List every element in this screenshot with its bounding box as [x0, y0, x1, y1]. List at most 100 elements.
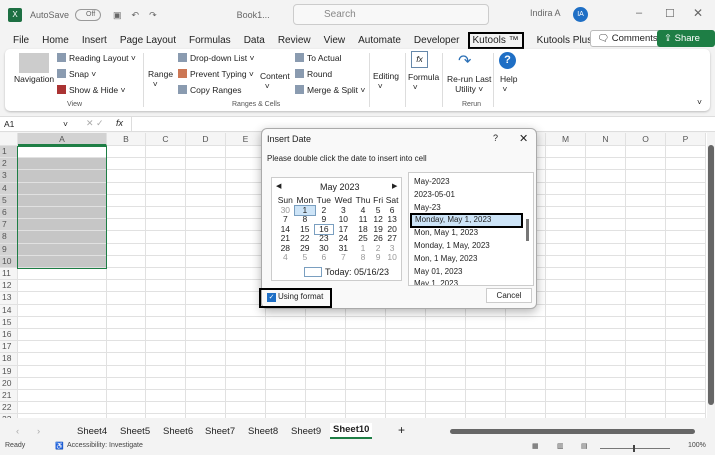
- cell[interactable]: [626, 390, 666, 403]
- column-header[interactable]: O: [626, 133, 666, 146]
- cell[interactable]: [546, 170, 586, 183]
- next-month-icon[interactable]: ▶: [392, 182, 397, 190]
- row-header[interactable]: 8: [0, 231, 18, 244]
- zoom-level[interactable]: 100%: [688, 442, 706, 449]
- cell[interactable]: [107, 268, 146, 281]
- format-option[interactable]: Monday, 1 May, 2023: [414, 241, 490, 250]
- cell[interactable]: [546, 255, 586, 268]
- row-header[interactable]: 2: [0, 158, 18, 171]
- cell[interactable]: [226, 158, 266, 171]
- cell[interactable]: [626, 292, 666, 305]
- cell[interactable]: [146, 219, 186, 232]
- cell[interactable]: [107, 304, 146, 317]
- cell[interactable]: [107, 341, 146, 354]
- cell[interactable]: [506, 353, 546, 366]
- cell[interactable]: [426, 329, 466, 342]
- zoom-slider[interactable]: [600, 445, 670, 452]
- cell[interactable]: [626, 304, 666, 317]
- cell[interactable]: [146, 231, 186, 244]
- cell[interactable]: [186, 219, 226, 232]
- share-button[interactable]: ⇪ Share ˅: [657, 30, 715, 59]
- cell[interactable]: [306, 414, 346, 418]
- cell[interactable]: [546, 329, 586, 342]
- cell[interactable]: [226, 353, 266, 366]
- cell[interactable]: [386, 341, 426, 354]
- cell[interactable]: [386, 365, 426, 378]
- calendar-day[interactable]: 7: [333, 252, 354, 263]
- cell[interactable]: [586, 158, 626, 171]
- cell[interactable]: [386, 377, 426, 390]
- cell[interactable]: [18, 390, 107, 403]
- cell[interactable]: [626, 219, 666, 232]
- row-header[interactable]: 1: [0, 146, 18, 159]
- cell[interactable]: [306, 341, 346, 354]
- cell[interactable]: [226, 414, 266, 418]
- cell[interactable]: [266, 316, 306, 329]
- column-header[interactable]: N: [586, 133, 626, 146]
- cell[interactable]: [546, 280, 586, 293]
- cell[interactable]: [546, 207, 586, 220]
- cell[interactable]: [466, 316, 506, 329]
- cell[interactable]: [18, 402, 107, 415]
- cell[interactable]: [346, 329, 386, 342]
- cell[interactable]: [546, 146, 586, 159]
- cell[interactable]: [18, 377, 107, 390]
- cell[interactable]: [546, 402, 586, 415]
- cell[interactable]: [426, 402, 466, 415]
- cell[interactable]: [626, 341, 666, 354]
- cell[interactable]: [306, 365, 346, 378]
- cell[interactable]: [186, 268, 226, 281]
- cell[interactable]: [546, 182, 586, 195]
- cell[interactable]: [186, 377, 226, 390]
- select-all-corner[interactable]: [0, 133, 18, 146]
- cell[interactable]: [226, 329, 266, 342]
- cell[interactable]: [226, 255, 266, 268]
- row-header[interactable]: 14: [0, 304, 18, 317]
- cell[interactable]: [666, 390, 706, 403]
- next-sheet-icon[interactable]: ›: [37, 426, 40, 437]
- cell[interactable]: [626, 170, 666, 183]
- cell[interactable]: [107, 329, 146, 342]
- cell[interactable]: [346, 365, 386, 378]
- cell[interactable]: [506, 414, 546, 418]
- cell[interactable]: [546, 316, 586, 329]
- cell[interactable]: [186, 146, 226, 159]
- cell[interactable]: [666, 280, 706, 293]
- collapse-ribbon-icon[interactable]: ˅: [697, 97, 702, 107]
- cell[interactable]: [426, 353, 466, 366]
- cell[interactable]: [146, 304, 186, 317]
- cell[interactable]: [146, 329, 186, 342]
- cell[interactable]: [546, 353, 586, 366]
- cell[interactable]: [626, 365, 666, 378]
- cell[interactable]: [146, 158, 186, 171]
- row-header[interactable]: 17: [0, 341, 18, 354]
- cell[interactable]: [186, 207, 226, 220]
- cell[interactable]: [586, 207, 626, 220]
- menu-formulas[interactable]: Formulas: [189, 35, 231, 46]
- cell[interactable]: [266, 402, 306, 415]
- cell[interactable]: [546, 243, 586, 256]
- cell[interactable]: [586, 268, 626, 281]
- cell[interactable]: [186, 365, 226, 378]
- cell[interactable]: [226, 219, 266, 232]
- row-header[interactable]: 12: [0, 280, 18, 293]
- add-sheet-button[interactable]: +: [398, 423, 405, 437]
- cell[interactable]: [146, 182, 186, 195]
- cell[interactable]: [146, 194, 186, 207]
- cell[interactable]: [226, 194, 266, 207]
- accessibility-status[interactable]: Accessibility: Investigate: [67, 442, 143, 449]
- cell[interactable]: [226, 268, 266, 281]
- cell[interactable]: [666, 255, 706, 268]
- cell[interactable]: [586, 329, 626, 342]
- vertical-scrollbar[interactable]: [707, 133, 715, 423]
- row-header[interactable]: 19: [0, 365, 18, 378]
- cell[interactable]: [386, 353, 426, 366]
- navigation-button[interactable]: Navigation: [14, 74, 54, 84]
- column-header[interactable]: M: [546, 133, 586, 146]
- dialog-close-icon[interactable]: ✕: [519, 132, 528, 145]
- cell[interactable]: [107, 170, 146, 183]
- cell[interactable]: [586, 231, 626, 244]
- list-scrollbar[interactable]: [526, 219, 529, 241]
- cell[interactable]: [626, 194, 666, 207]
- cell[interactable]: [186, 170, 226, 183]
